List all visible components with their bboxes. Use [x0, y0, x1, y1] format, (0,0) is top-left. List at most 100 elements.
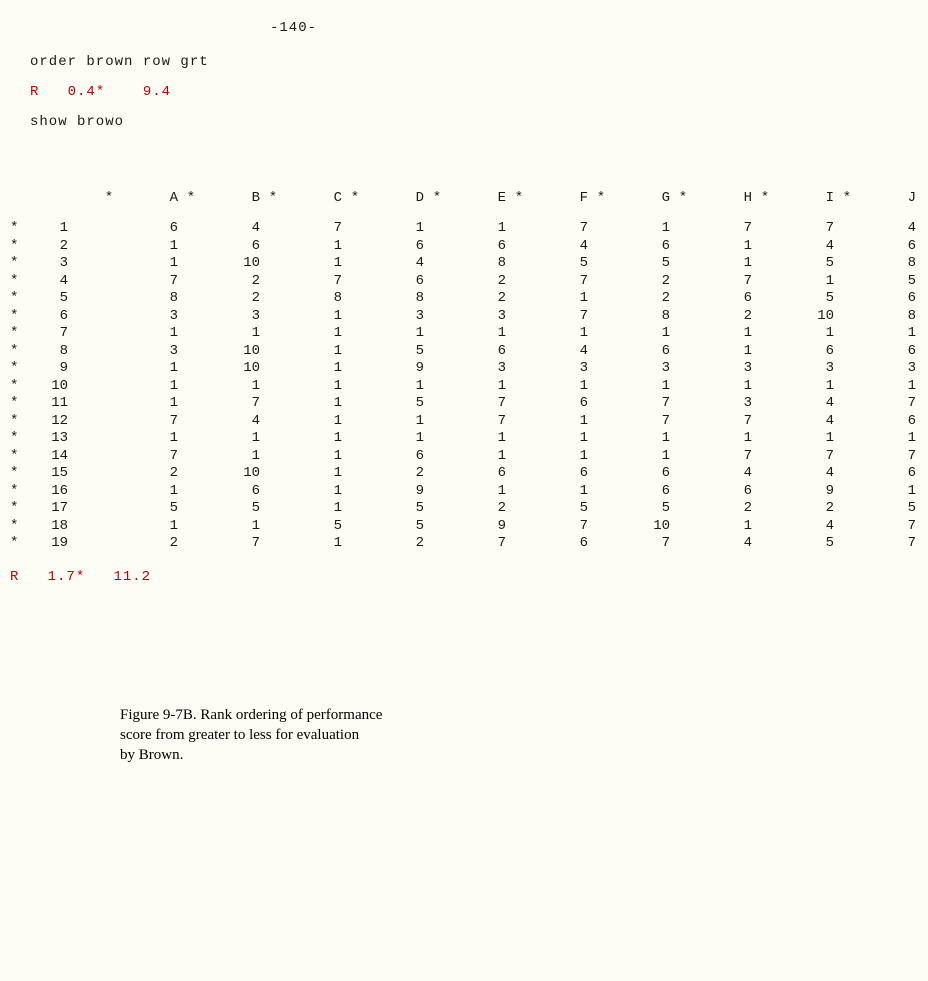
- cell-sep: [752, 518, 778, 536]
- cell-sep: [260, 255, 286, 273]
- cell-value: 7: [450, 413, 506, 431]
- cell-sep: [96, 395, 122, 413]
- table-row: *1521012666446: [10, 465, 916, 483]
- table-row: *633133782108: [10, 308, 916, 326]
- cell-value: 8: [614, 308, 670, 326]
- cell-sep: [588, 220, 614, 238]
- cell-value: 1: [122, 430, 178, 448]
- cell-sep: [588, 360, 614, 378]
- cell-sep: [424, 535, 450, 553]
- cell-value: 1: [696, 238, 752, 256]
- cell-sep: [260, 395, 286, 413]
- caption-line: Figure 9-7B. Rank ordering of performanc…: [120, 707, 382, 723]
- cell-value: 1: [286, 238, 342, 256]
- cell-value: 1: [368, 378, 424, 396]
- cell-sep: [342, 430, 368, 448]
- cell-sep: [670, 255, 696, 273]
- cell-value: 3: [368, 308, 424, 326]
- cell-value: 1: [286, 448, 342, 466]
- cell-sep: [834, 343, 860, 361]
- cell-value: 3: [122, 343, 178, 361]
- cell-value: 1: [778, 378, 834, 396]
- cell-value: 7: [122, 273, 178, 291]
- cell-value: 5: [778, 535, 834, 553]
- cell-value: 7: [614, 535, 670, 553]
- cell-sep: [342, 448, 368, 466]
- row-star: *: [10, 343, 24, 361]
- table-row: *16471171774: [10, 220, 916, 238]
- cell-value: 1: [368, 430, 424, 448]
- cell-sep: [670, 413, 696, 431]
- cell-sep: [670, 360, 696, 378]
- cell-value: 3: [778, 360, 834, 378]
- cell-sep: [342, 325, 368, 343]
- cell-value: 1: [122, 483, 178, 501]
- cell-value: 6: [860, 290, 916, 308]
- cell-value: 1: [286, 343, 342, 361]
- cell-sep: [342, 465, 368, 483]
- cell-value: 1: [860, 483, 916, 501]
- cell-sep: [834, 360, 860, 378]
- stat2-prefix: R: [10, 569, 19, 585]
- cell-value: 6: [778, 343, 834, 361]
- cell-sep: [670, 343, 696, 361]
- cell-sep: [752, 308, 778, 326]
- header-blank-star: [10, 190, 24, 220]
- cell-sep: [424, 500, 450, 518]
- cell-value: 7: [122, 448, 178, 466]
- header-star: *: [834, 190, 860, 220]
- cell-sep: [588, 500, 614, 518]
- table-row: *911019333333: [10, 360, 916, 378]
- cell-sep: [96, 378, 122, 396]
- cell-value: 6: [614, 238, 670, 256]
- cell-value: 7: [204, 395, 260, 413]
- cell-sep: [424, 238, 450, 256]
- cell-sep: [424, 290, 450, 308]
- table-row: *147116111777: [10, 448, 916, 466]
- cell-sep: [178, 308, 204, 326]
- header-star: *: [506, 190, 532, 220]
- header-star: *: [260, 190, 286, 220]
- header-star: *: [424, 190, 450, 220]
- cell-sep: [506, 220, 532, 238]
- cell-value: 1: [204, 448, 260, 466]
- cell-sep: [424, 360, 450, 378]
- cell-value: 1: [614, 220, 670, 238]
- cell-sep: [178, 290, 204, 308]
- cell-value: 7: [532, 273, 588, 291]
- cell-sep: [96, 413, 122, 431]
- row-star: *: [10, 378, 24, 396]
- cell-sep: [588, 430, 614, 448]
- cell-sep: [506, 465, 532, 483]
- table-row: *161619116691: [10, 483, 916, 501]
- cell-value: 3: [614, 360, 670, 378]
- stat1-b: 9.4: [143, 84, 171, 100]
- cell-sep: [834, 378, 860, 396]
- cell-value: 2: [614, 273, 670, 291]
- cell-sep: [342, 483, 368, 501]
- cell-sep: [588, 378, 614, 396]
- cell-value: 1: [860, 325, 916, 343]
- row-star: *: [10, 465, 24, 483]
- cell-value: 2: [204, 273, 260, 291]
- cell-value: 5: [286, 518, 342, 536]
- cell-sep: [588, 395, 614, 413]
- cell-value: 3: [696, 395, 752, 413]
- table-row: *175515255225: [10, 500, 916, 518]
- cell-sep: [424, 413, 450, 431]
- cell-sep: [96, 448, 122, 466]
- cell-sep: [424, 448, 450, 466]
- cell-value: 5: [860, 273, 916, 291]
- cell-sep: [588, 325, 614, 343]
- cell-value: 4: [778, 395, 834, 413]
- cell-sep: [178, 448, 204, 466]
- cell-sep: [506, 273, 532, 291]
- cell-value: 6: [368, 238, 424, 256]
- cell-value: 1: [286, 255, 342, 273]
- row-star: *: [10, 360, 24, 378]
- cell-sep: [178, 500, 204, 518]
- header-star: *: [96, 190, 122, 220]
- cell-sep: [506, 500, 532, 518]
- cell-value: 7: [532, 518, 588, 536]
- cell-value: 6: [450, 465, 506, 483]
